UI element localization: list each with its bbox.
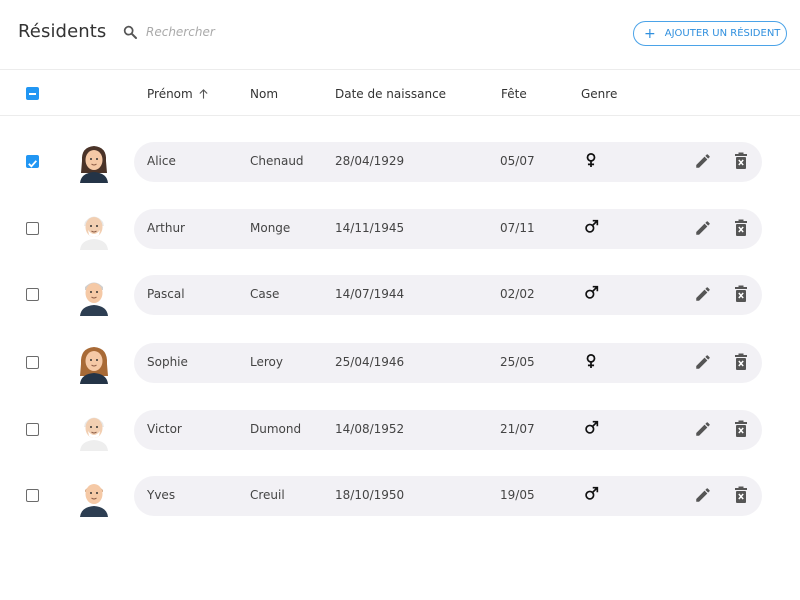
search-bar[interactable]: [122, 24, 346, 40]
delete-icon[interactable]: [734, 420, 748, 438]
row-checkbox[interactable]: [26, 222, 39, 235]
row-checkbox[interactable]: [26, 489, 39, 502]
last-name-cell: Chenaud: [250, 154, 304, 168]
first-name-cell: Pascal: [147, 287, 185, 301]
column-header-name-day[interactable]: Fête: [501, 87, 527, 101]
search-input[interactable]: [146, 25, 346, 39]
name-day-cell: 19/05: [500, 488, 535, 502]
table-row[interactable]: Yves Creuil 18/10/1950 19/05: [0, 474, 800, 518]
name-day-cell: 05/07: [500, 154, 535, 168]
edit-icon[interactable]: [694, 486, 712, 504]
delete-icon[interactable]: [734, 285, 748, 303]
delete-icon[interactable]: [734, 152, 748, 170]
male-icon: [584, 486, 599, 502]
row-background: [134, 275, 762, 315]
table-header: Prénom Nom Date de naissance Fête Genre: [0, 72, 800, 116]
row-checkbox[interactable]: [26, 155, 39, 168]
avatar: [75, 274, 113, 316]
avatar: [75, 141, 113, 183]
row-background: [134, 476, 762, 516]
first-name-cell: Yves: [147, 488, 176, 502]
page-title: Résidents: [18, 21, 107, 42]
delete-icon[interactable]: [734, 486, 748, 504]
last-name-cell: Leroy: [250, 355, 283, 369]
row-background: [134, 209, 762, 249]
avatar: [75, 475, 113, 517]
column-header-gender[interactable]: Genre: [581, 87, 617, 101]
birth-date-cell: 18/10/1950: [335, 488, 405, 502]
first-name-cell: Arthur: [147, 221, 185, 235]
column-header-last-name[interactable]: Nom: [250, 87, 278, 101]
male-icon: [584, 420, 599, 436]
column-header-birth-date[interactable]: Date de naissance: [335, 87, 446, 101]
table-row[interactable]: Alice Chenaud 28/04/1929 05/07: [0, 140, 800, 184]
edit-icon[interactable]: [694, 152, 712, 170]
last-name-cell: Case: [250, 287, 280, 301]
page-header: Résidents + AJOUTER UN RÉSIDENT: [0, 0, 800, 70]
add-resident-button[interactable]: + AJOUTER UN RÉSIDENT: [633, 21, 787, 46]
column-header-first-name[interactable]: Prénom: [147, 87, 209, 101]
edit-icon[interactable]: [694, 420, 712, 438]
edit-icon[interactable]: [694, 353, 712, 371]
last-name-cell: Creuil: [250, 488, 285, 502]
last-name-cell: Monge: [250, 221, 291, 235]
table-row[interactable]: Sophie Leroy 25/04/1946 25/05: [0, 341, 800, 385]
male-icon: [584, 219, 599, 235]
female-icon: [584, 353, 598, 369]
row-checkbox[interactable]: [26, 356, 39, 369]
male-icon: [584, 285, 599, 301]
birth-date-cell: 14/08/1952: [335, 422, 405, 436]
name-day-cell: 02/02: [500, 287, 535, 301]
search-icon: [123, 25, 137, 39]
table-row[interactable]: Arthur Monge 14/11/1945 07/11: [0, 207, 800, 251]
delete-icon[interactable]: [734, 219, 748, 237]
row-background: [134, 343, 762, 383]
first-name-cell: Alice: [147, 154, 176, 168]
birth-date-cell: 25/04/1946: [335, 355, 405, 369]
select-all-checkbox[interactable]: [26, 87, 39, 100]
edit-icon[interactable]: [694, 285, 712, 303]
birth-date-cell: 14/07/1944: [335, 287, 405, 301]
birth-date-cell: 14/11/1945: [335, 221, 405, 235]
avatar: [75, 342, 113, 384]
add-resident-label: AJOUTER UN RÉSIDENT: [664, 28, 781, 39]
sort-ascending-icon[interactable]: [198, 88, 209, 100]
name-day-cell: 25/05: [500, 355, 535, 369]
avatar: [75, 208, 113, 250]
table-row[interactable]: Victor Dumond 14/08/1952 21/07: [0, 408, 800, 452]
name-day-cell: 07/11: [500, 221, 535, 235]
birth-date-cell: 28/04/1929: [335, 154, 405, 168]
row-background: [134, 142, 762, 182]
name-day-cell: 21/07: [500, 422, 535, 436]
delete-icon[interactable]: [734, 353, 748, 371]
column-label-first-name: Prénom: [147, 87, 193, 101]
row-checkbox[interactable]: [26, 423, 39, 436]
female-icon: [584, 152, 598, 168]
first-name-cell: Sophie: [147, 355, 188, 369]
table-row[interactable]: Pascal Case 14/07/1944 02/02: [0, 273, 800, 317]
first-name-cell: Victor: [147, 422, 182, 436]
row-background: [134, 410, 762, 450]
last-name-cell: Dumond: [250, 422, 302, 436]
plus-icon: +: [644, 25, 656, 42]
avatar: [75, 409, 113, 451]
row-checkbox[interactable]: [26, 288, 39, 301]
edit-icon[interactable]: [694, 219, 712, 237]
